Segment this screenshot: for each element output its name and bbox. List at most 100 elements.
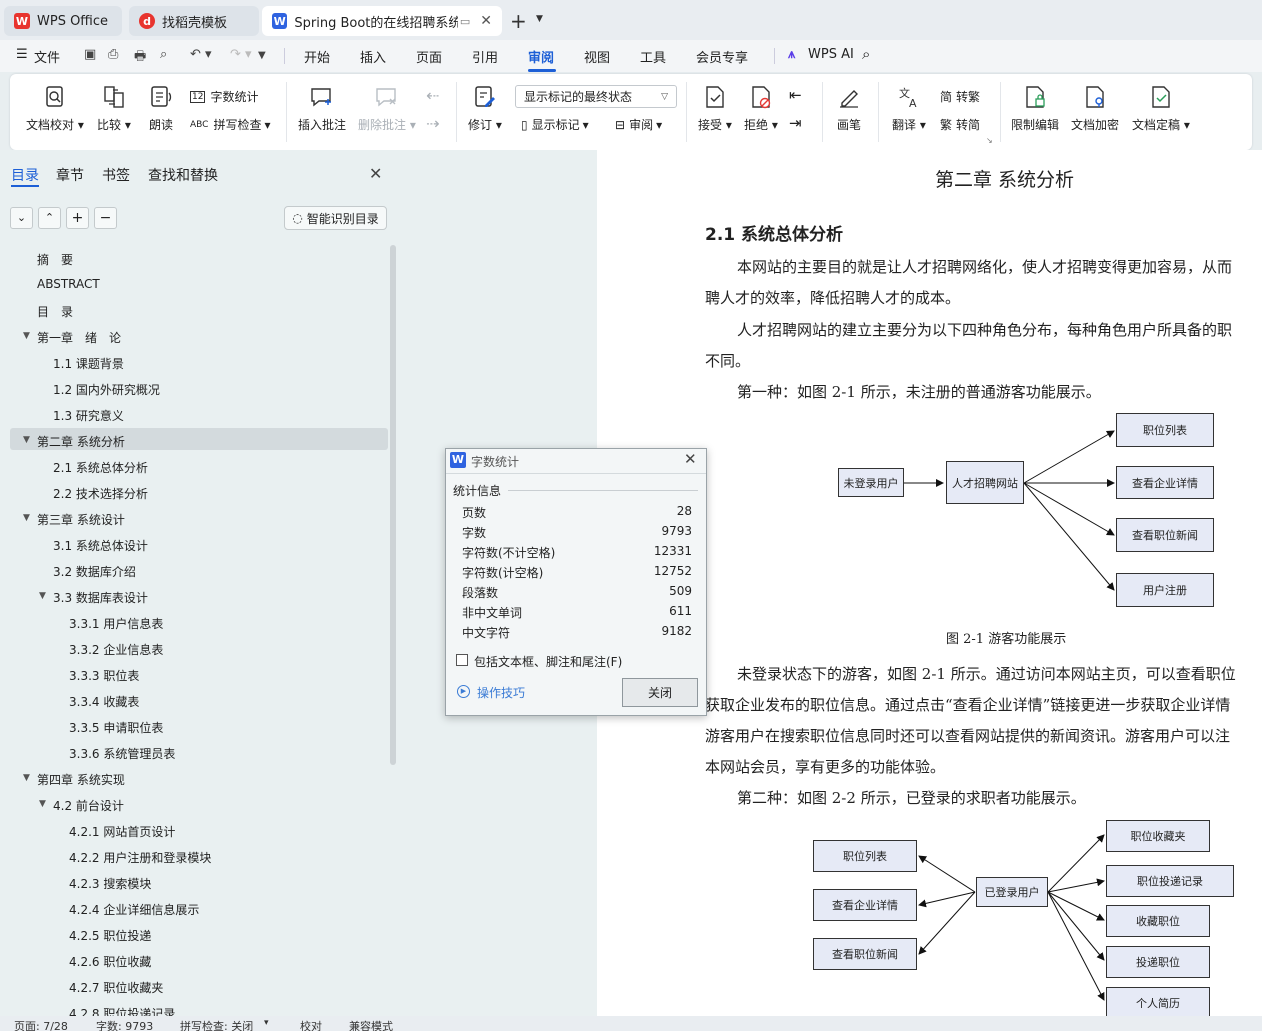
close-icon[interactable]: ✕	[684, 450, 697, 468]
toc-item[interactable]: 3.2 数据库介绍	[53, 563, 136, 580]
toc-item[interactable]: 4.2.6 职位收藏	[69, 953, 151, 970]
to-simplified-button[interactable]: 繁 转简	[940, 116, 980, 133]
spell-check-button[interactable]: ABC 拼写检查 ▾	[190, 116, 271, 133]
reject-button[interactable]: 拒绝 ▾	[744, 84, 778, 133]
finalize-button[interactable]: 文档定稿 ▾	[1132, 84, 1190, 133]
toc-item[interactable]: 4.2.4 企业详细信息展示	[69, 901, 199, 918]
toc-item[interactable]: 第一章 绪 论	[37, 329, 121, 346]
status-page[interactable]: 页面: 7/28	[14, 1018, 68, 1031]
expand-triangle-icon[interactable]: ▼	[23, 773, 30, 783]
toc-item[interactable]: 4.2.2 用户注册和登录模块	[69, 849, 211, 866]
prev-comment-icon[interactable]: ⇠	[426, 86, 439, 105]
add-heading-button[interactable]: +	[66, 207, 89, 229]
toc-item[interactable]: 摘 要	[37, 251, 73, 268]
expand-triangle-icon[interactable]: ▼	[39, 591, 46, 601]
toc-item[interactable]: 2.1 系统总体分析	[53, 459, 148, 476]
toc-scrollbar[interactable]	[390, 245, 396, 765]
collapse-all-button[interactable]: ⌄	[10, 207, 33, 229]
hamburger-icon[interactable]: ☰	[16, 47, 28, 62]
remove-heading-button[interactable]: −	[94, 207, 117, 229]
doc-check-button[interactable]: 文档校对 ▾	[26, 84, 84, 133]
toc-item[interactable]: 1.1 课题背景	[53, 355, 124, 372]
track-changes-button[interactable]: 修订 ▾	[468, 84, 502, 133]
menu-item-tools[interactable]: 工具	[640, 47, 666, 66]
wps-ai-icon[interactable]: ⩚	[788, 47, 795, 62]
delete-comment-button[interactable]: 删除批注 ▾	[358, 84, 416, 133]
menu-item-insert[interactable]: 插入	[360, 47, 386, 66]
status-word-count[interactable]: 字数: 9793	[96, 1018, 153, 1031]
expand-triangle-icon[interactable]: ▼	[23, 513, 30, 523]
prev-change-icon[interactable]: ⇤	[789, 86, 802, 104]
toc-item[interactable]: 4.2.5 职位投递	[69, 927, 151, 944]
menu-item-page[interactable]: 页面	[416, 47, 442, 66]
tab-wps-office[interactable]: W WPS Office	[4, 6, 122, 36]
menu-item-reference[interactable]: 引用	[472, 47, 498, 66]
display-mode-select[interactable]: 显示标记的最终状态 ▽	[515, 85, 677, 108]
tips-link[interactable]: 操作技巧	[477, 684, 525, 701]
toc-item[interactable]: 4.2 前台设计	[53, 797, 124, 814]
encrypt-button[interactable]: 文档加密	[1071, 84, 1119, 133]
toc-item[interactable]: 3.3.4 收藏表	[69, 693, 139, 710]
nav-tab-find-replace[interactable]: 查找和替换	[148, 165, 218, 185]
save-icon[interactable]: ▣	[84, 47, 96, 62]
new-tab-button[interactable]: +	[510, 9, 527, 33]
toc-item[interactable]: 第二章 系统分析	[37, 433, 125, 450]
toc-item[interactable]: 3.3 数据库表设计	[53, 589, 148, 606]
menu-item-start[interactable]: 开始	[304, 47, 330, 66]
expand-all-button[interactable]: ⌃	[38, 207, 61, 229]
monitor-icon[interactable]: ▭	[460, 15, 470, 28]
menu-item-wps-ai[interactable]: WPS AI	[808, 47, 854, 62]
menu-file[interactable]: 文件	[34, 47, 60, 66]
chevron-down-icon[interactable]: ▼	[536, 14, 543, 24]
accept-button[interactable]: 接受 ▾	[698, 84, 732, 133]
toc-item[interactable]: 目 录	[37, 303, 73, 320]
translate-button[interactable]: 文A 翻译 ▾	[892, 84, 926, 133]
tab-document[interactable]: W Spring Boot的在线招聘系统设 ▭ ✕	[262, 6, 502, 36]
to-traditional-button[interactable]: 简 转繁	[940, 88, 980, 105]
show-markup-button[interactable]: ▯ 显示标记 ▾	[521, 116, 589, 133]
toc-item[interactable]: 4.2.7 职位收藏夹	[69, 979, 163, 996]
toc-item[interactable]: 4.2.3 搜索模块	[69, 875, 151, 892]
expand-group-icon[interactable]: ↘	[986, 136, 993, 145]
expand-triangle-icon[interactable]: ▼	[23, 331, 30, 341]
review-pane-button[interactable]: ⊟ 审阅 ▾	[615, 116, 662, 133]
toc-item[interactable]: 3.3.3 职位表	[69, 667, 139, 684]
compare-button[interactable]: 比较 ▾	[97, 84, 131, 133]
restrict-edit-button[interactable]: 限制编辑	[1011, 84, 1059, 133]
expand-triangle-icon[interactable]: ▼	[39, 799, 46, 809]
print-preview-icon[interactable]: ⎙	[108, 47, 118, 62]
read-aloud-button[interactable]: 朗读	[148, 84, 174, 133]
undo-icon[interactable]: ↶ ▾	[190, 47, 212, 62]
status-spell-check[interactable]: 拼写检查: 关闭	[180, 1018, 253, 1031]
toc-item[interactable]: 4.2.1 网站首页设计	[69, 823, 175, 840]
menu-item-vip[interactable]: 会员专享	[696, 47, 748, 66]
redo-icon[interactable]: ↷ ▾	[230, 47, 252, 62]
search-icon[interactable]: ⌕	[862, 45, 870, 63]
next-comment-icon[interactable]: ⇢	[426, 114, 439, 133]
close-button[interactable]: 关闭	[622, 678, 698, 707]
toc-item[interactable]: 3.3.2 企业信息表	[69, 641, 163, 658]
nav-tab-chapter[interactable]: 章节	[56, 165, 84, 185]
close-icon[interactable]: ✕	[369, 164, 382, 183]
pen-button[interactable]: 画笔	[836, 84, 862, 133]
next-change-icon[interactable]: ⇥	[789, 114, 802, 132]
toc-item[interactable]: 第三章 系统设计	[37, 511, 125, 528]
print-icon[interactable]: 🖶	[134, 47, 146, 69]
menu-item-review[interactable]: 审阅	[528, 47, 554, 66]
toc-item[interactable]: ABSTRACT	[37, 277, 100, 291]
smart-toc-button[interactable]: ◌ 智能识别目录	[284, 206, 387, 230]
toc-item[interactable]: 1.2 国内外研究概况	[53, 381, 160, 398]
more-chevron-icon[interactable]: ▼	[258, 50, 266, 61]
search-doc-icon[interactable]: ⌕	[160, 47, 167, 62]
toc-item[interactable]: 3.1 系统总体设计	[53, 537, 148, 554]
nav-tab-bookmark[interactable]: 书签	[102, 165, 130, 185]
status-proof[interactable]: 校对	[300, 1018, 322, 1031]
word-count-button[interactable]: 12 字数统计	[190, 88, 258, 105]
toc-item[interactable]: 3.3.5 申请职位表	[69, 719, 163, 736]
insert-comment-button[interactable]: 插入批注	[298, 84, 346, 133]
close-icon[interactable]: ✕	[480, 13, 492, 29]
chevron-down-icon[interactable]: ▾	[264, 1018, 269, 1028]
menu-item-view[interactable]: 视图	[584, 47, 610, 66]
include-textbox-checkbox[interactable]	[456, 654, 468, 666]
toc-item[interactable]: 3.3.1 用户信息表	[69, 615, 163, 632]
